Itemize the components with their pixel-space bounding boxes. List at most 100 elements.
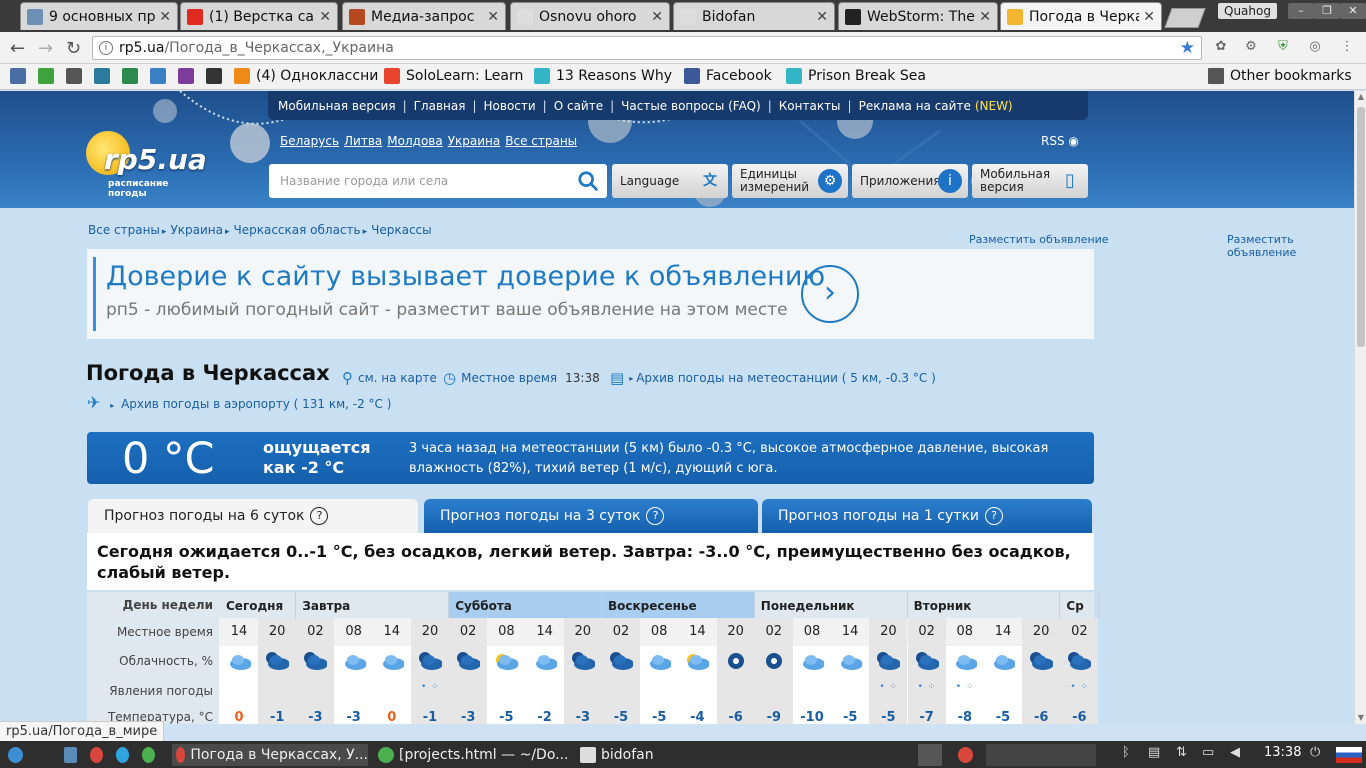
workspace-preview[interactable]	[986, 744, 1096, 766]
rss-link[interactable]: RSS ◉	[1041, 134, 1079, 148]
country-link[interactable]: Молдова	[387, 134, 442, 148]
tab-forecast-1-day[interactable]: Прогноз погоды на 1 сутки?	[762, 499, 1092, 533]
top-menu-item[interactable]: Частые вопросы (FAQ)	[621, 99, 761, 113]
bookmark-star-icon[interactable]: ★	[1180, 38, 1195, 58]
site-info-icon[interactable]: i	[99, 41, 113, 55]
bookmark-item[interactable]	[66, 68, 88, 84]
paw-extension-icon[interactable]: ✿	[1212, 39, 1230, 57]
battery-icon[interactable]: ▭	[1202, 745, 1214, 760]
taskbar-item-editor[interactable]: [projects.html — ~/Do...	[374, 744, 570, 766]
profile-button[interactable]: Quahog	[1218, 3, 1277, 19]
close-tab-icon[interactable]: ✕	[979, 9, 991, 25]
top-menu-item[interactable]: Новости	[484, 99, 536, 113]
units-button[interactable]: Единицы измерений ⚙	[732, 164, 848, 198]
place-ad-link[interactable]: Разместить объявление	[969, 233, 1109, 246]
chrome-launcher-icon[interactable]	[86, 744, 108, 766]
scroll-up-icon[interactable]: ▲	[1355, 91, 1366, 103]
bookmark-item[interactable]: (4) Одноклассни	[234, 68, 378, 84]
country-link[interactable]: Литва	[344, 134, 382, 148]
bookmark-item[interactable]: Prison Break Sea	[786, 68, 926, 84]
taskbar-item-folder[interactable]: bidofan	[576, 744, 696, 766]
power-icon[interactable]: ⏻	[1310, 745, 1320, 760]
reload-icon[interactable]: ↻	[66, 38, 81, 59]
apps-button[interactable]: Приложения i	[852, 164, 968, 198]
tab-3[interactable]: Медиа-запрос ✕	[342, 2, 506, 30]
scroll-down-icon[interactable]: ▼	[1355, 712, 1366, 724]
top-menu-item[interactable]: Реклама на сайте	[859, 99, 971, 113]
address-bar[interactable]: i rp5.ua /Погода_в_Черкассах,_Украина ★	[92, 36, 1202, 60]
close-tab-icon[interactable]: ✕	[651, 9, 663, 25]
bookmark-item[interactable]	[10, 68, 32, 84]
country-link[interactable]: Все страны	[505, 134, 577, 148]
sync-extension-icon[interactable]: ◎	[1306, 39, 1324, 57]
bookmark-item[interactable]	[122, 68, 144, 84]
scroll-thumb[interactable]	[1357, 107, 1365, 347]
tab-5[interactable]: Bidofan ✕	[673, 2, 835, 30]
top-menu-item[interactable]: О сайте	[554, 99, 603, 113]
close-tab-icon[interactable]: ✕	[1143, 9, 1155, 25]
help-icon[interactable]: ?	[310, 507, 329, 525]
breadcrumb-item[interactable]: Черкассы	[371, 223, 432, 237]
clock[interactable]: 13:38	[1264, 745, 1301, 760]
breadcrumb-item[interactable]: Черкасская область	[234, 223, 361, 237]
forward-icon[interactable]: →	[38, 38, 53, 59]
breadcrumb-item[interactable]: Украина	[170, 223, 223, 237]
volume-icon[interactable]: ◀	[1230, 745, 1240, 760]
tab-6[interactable]: WebStorm: The ✕	[838, 2, 998, 30]
tab-forecast-3-days[interactable]: Прогноз погоды на 3 суток?	[424, 499, 758, 533]
country-link[interactable]: Украина	[448, 134, 501, 148]
tab-1[interactable]: 9 основных пр ✕	[20, 2, 178, 30]
chrome-tray-icon[interactable]	[954, 744, 978, 766]
start-menu-icon[interactable]	[4, 744, 28, 766]
files-launcher-icon[interactable]	[60, 744, 82, 766]
search-icon[interactable]	[577, 170, 599, 192]
ad-banner[interactable]: Доверие к сайту вызывает доверие к объяв…	[87, 249, 1094, 339]
search-input[interactable]: Название города или села	[269, 164, 607, 198]
airport-archive-link[interactable]: ✈ ▸ Архив погоды в аэропорту ( 131 км, -…	[87, 393, 391, 412]
bookmark-item[interactable]	[206, 68, 228, 84]
help-icon[interactable]: ?	[985, 507, 1004, 525]
bookmark-item[interactable]	[38, 68, 60, 84]
tab-7[interactable]: Погода в Черка ✕	[1000, 2, 1162, 30]
close-tab-icon[interactable]: ✕	[487, 9, 499, 25]
taskbar-item-browser[interactable]: Погода в Черкассах, У...	[172, 744, 368, 766]
tab-forecast-6-days[interactable]: Прогноз погоды на 6 суток?	[88, 499, 418, 533]
telegram-launcher-icon[interactable]	[112, 744, 134, 766]
bluetooth-icon[interactable]: ᛒ	[1122, 745, 1130, 760]
help-icon[interactable]: ?	[646, 507, 665, 525]
breadcrumb-item[interactable]: Все страны	[88, 223, 160, 237]
page-scrollbar[interactable]: ▲ ▼	[1354, 91, 1366, 724]
back-icon[interactable]: ←	[10, 38, 25, 59]
new-tab-button[interactable]	[1164, 8, 1206, 28]
top-menu-item[interactable]: Главная	[414, 99, 466, 113]
tab-2[interactable]: (1) Верстка сай ✕	[180, 2, 338, 30]
bookmark-item[interactable]: Facebook	[684, 68, 772, 84]
shield-extension-icon[interactable]: ⛨	[1274, 39, 1292, 57]
chevron-right-icon[interactable]: ›	[801, 265, 859, 323]
country-link[interactable]: Беларусь	[280, 134, 339, 148]
network-icon[interactable]: ⇅	[1176, 745, 1187, 760]
map-link[interactable]: ⚲ см. на карте	[342, 369, 437, 387]
close-tab-icon[interactable]: ✕	[816, 9, 828, 25]
restore-icon[interactable]: ❐	[1314, 3, 1340, 19]
minimize-icon[interactable]: –	[1288, 3, 1314, 19]
station-archive-link[interactable]: ▤ ▸ Архив погоды на метеостанции ( 5 км,…	[610, 369, 936, 387]
bookmark-item[interactable]	[178, 68, 200, 84]
top-menu-item[interactable]: Мобильная версия	[278, 99, 396, 113]
close-tab-icon[interactable]: ✕	[159, 9, 171, 25]
keyboard-layout-flag-icon[interactable]	[1336, 747, 1362, 763]
close-tab-icon[interactable]: ✕	[319, 9, 331, 25]
logo[interactable]: rp5.ua расписание погоды	[84, 131, 214, 201]
bookmark-item[interactable]	[94, 68, 116, 84]
bookmark-item[interactable]: SoloLearn: Learn	[384, 68, 523, 84]
app-launcher-icon[interactable]	[138, 744, 160, 766]
place-ad-link-side[interactable]: Разместить объявление	[1227, 233, 1354, 259]
extension-icon[interactable]: ⚙	[1242, 39, 1260, 57]
bookmark-item[interactable]: 13 Reasons Why	[534, 68, 672, 84]
top-menu-item[interactable]: Контакты	[779, 99, 841, 113]
close-window-icon[interactable]: ✕	[1340, 3, 1366, 19]
workspace-switcher[interactable]	[918, 744, 942, 766]
tab-4[interactable]: Osnovu ohoro ✕	[510, 2, 670, 30]
bookmark-item[interactable]	[150, 68, 172, 84]
clipboard-icon[interactable]: ▤	[1148, 745, 1160, 760]
